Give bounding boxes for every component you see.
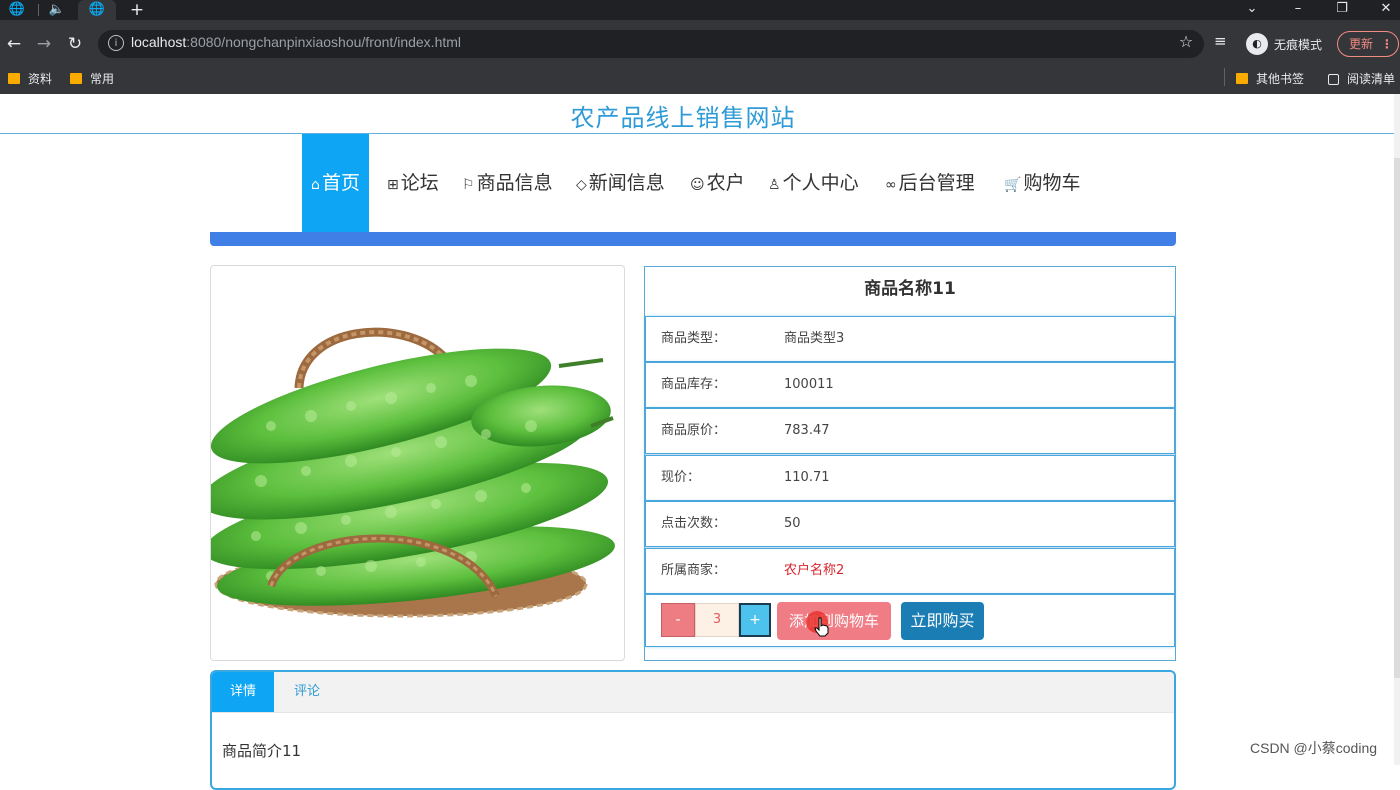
home-icon: ⌂	[311, 177, 320, 193]
bookmark-other[interactable]: 其他书签	[1236, 69, 1304, 89]
purchase-actions: - 3 + 添加到购物车 立即购买	[645, 594, 1175, 647]
field-value: 商品类型3	[784, 331, 845, 346]
scrollbar-thumb[interactable]	[1394, 158, 1400, 678]
field-row-clicks: 点击次数： 50	[645, 501, 1175, 547]
field-value: 783.47	[784, 423, 830, 438]
tab-detail[interactable]: 详情	[212, 672, 274, 712]
nav-forum[interactable]: ⊞ 论坛	[387, 134, 439, 232]
folder-icon	[8, 73, 20, 84]
field-row-current-price: 现价： 110.71	[645, 455, 1175, 501]
tabs-header: 详情 评论	[212, 672, 1174, 713]
reading-list-icon[interactable]: ≡	[1214, 32, 1236, 50]
nav-admin[interactable]: ∞ 后台管理	[885, 134, 975, 232]
detail-tabs: 详情 评论 商品简介11	[210, 670, 1176, 790]
incognito-icon[interactable]: ◐	[1246, 33, 1268, 55]
field-row-merchant: 所属商家： 农户名称2	[645, 548, 1175, 594]
nav-accent-bar	[210, 232, 1176, 246]
globe-icon: 🌐	[88, 2, 106, 17]
bitter-gourd-image	[211, 327, 615, 618]
product-name: 商品名称11	[864, 279, 956, 299]
incognito-label[interactable]: 无痕模式	[1274, 36, 1322, 53]
address-url[interactable]: localhost:8080/nongchanpinxiaoshou/front…	[131, 34, 461, 50]
tag-icon: ◇	[576, 177, 587, 193]
cart-icon: 🛒	[1004, 177, 1022, 193]
speaker-icon[interactable]: 🔈	[48, 1, 66, 19]
field-value: 110.71	[784, 470, 830, 485]
bookmarks-divider	[1224, 68, 1225, 86]
tab-comment[interactable]: 评论	[294, 672, 320, 712]
nav-farmer[interactable]: ☺ 农户	[690, 134, 745, 232]
site-info-icon[interactable]: i	[108, 35, 124, 51]
field-row-stock: 商品库存： 100011	[645, 362, 1175, 408]
field-label: 商品类型：	[661, 331, 727, 346]
reload-icon[interactable]: ↻	[63, 32, 87, 56]
site-title: 农产品线上销售网站	[570, 104, 796, 132]
add-to-cart-button[interactable]: 添加到购物车	[777, 602, 891, 640]
field-label: 商品库存：	[661, 377, 727, 392]
nav-news-info[interactable]: ◇ 新闻信息	[576, 134, 665, 232]
field-row-type: 商品类型： 商品类型3	[645, 316, 1175, 362]
product-info-panel: 商品名称11 商品类型： 商品类型3 商品库存： 100011 商品原价： 78…	[644, 266, 1176, 661]
tab-separator	[38, 4, 39, 16]
watermark: CSDN @小蔡coding	[1250, 740, 1378, 756]
bookmark-star-icon[interactable]: ☆	[1176, 32, 1196, 51]
buy-now-button[interactable]: 立即购买	[901, 602, 984, 640]
bookmark-folder-resources[interactable]: 资料	[8, 69, 52, 89]
quantity-increase-button[interactable]: +	[739, 603, 771, 637]
folder-icon	[1236, 73, 1248, 84]
back-icon[interactable]: ←	[2, 32, 26, 56]
quantity-input[interactable]: 3	[695, 603, 739, 637]
nav-product-info[interactable]: ⚐ 商品信息	[462, 134, 553, 232]
nav-home[interactable]: ⌂ 首页	[302, 134, 369, 232]
browser-tab-strip: 🌐 🔈 🌐 + ⌄ – ❐ ✕	[0, 0, 1400, 20]
globe-icon[interactable]: 🌐	[8, 1, 26, 19]
bookmarks-bar	[0, 64, 1400, 94]
field-value: 50	[784, 516, 801, 531]
field-label: 点击次数：	[661, 516, 727, 531]
quantity-decrease-button[interactable]: -	[661, 603, 695, 637]
restore-icon[interactable]: ❐	[1322, 0, 1362, 20]
field-row-original-price: 商品原价： 783.47	[645, 408, 1175, 454]
hand-cursor-icon	[814, 617, 829, 637]
reading-list-icon	[1328, 74, 1339, 85]
forward-icon[interactable]: →	[32, 32, 56, 56]
field-label: 现价：	[661, 470, 701, 485]
link-icon: ∞	[885, 177, 897, 193]
close-icon[interactable]: ✕	[1366, 0, 1400, 20]
folder-icon	[70, 73, 82, 84]
tab-search-icon[interactable]: ⌄	[1232, 0, 1272, 20]
field-value: 100011	[784, 377, 834, 392]
flag-icon: ⚐	[462, 177, 475, 193]
field-label: 商品原价：	[661, 423, 727, 438]
nav-cart[interactable]: 🛒 购物车	[1004, 134, 1080, 232]
merchant-link[interactable]: 农户名称2	[784, 549, 844, 593]
bookmark-reading-list[interactable]: 阅读清单	[1328, 69, 1395, 89]
bookmark-folder-common[interactable]: 常用	[70, 69, 114, 89]
forum-icon: ⊞	[387, 177, 399, 193]
nav-user-center[interactable]: ♙ 个人中心	[768, 134, 859, 232]
field-label: 所属商家：	[661, 563, 727, 578]
product-image	[210, 265, 625, 661]
farmer-icon: ☺	[690, 177, 705, 193]
user-icon: ♙	[768, 177, 781, 193]
minimize-icon[interactable]: –	[1278, 0, 1318, 20]
browser-tab-active[interactable]: 🌐	[78, 0, 116, 20]
update-button[interactable]: 更新 ⋮	[1337, 31, 1399, 57]
new-tab-icon[interactable]: +	[128, 1, 146, 19]
product-intro: 商品简介11	[222, 742, 302, 760]
